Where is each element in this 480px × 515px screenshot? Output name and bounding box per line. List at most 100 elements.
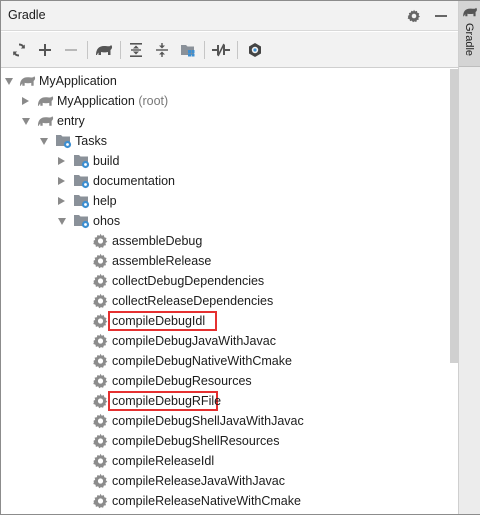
- task-group-build[interactable]: build: [1, 151, 448, 171]
- task-item[interactable]: compileReleaseNativeWithCmake: [1, 491, 448, 511]
- gear-icon: [93, 313, 108, 329]
- elephant-icon: [37, 116, 54, 126]
- task-item[interactable]: compileReleaseIdl: [1, 451, 448, 471]
- toolbar: [1, 32, 458, 68]
- tree-node-label: ohos: [93, 214, 121, 228]
- task-label: assembleRelease: [112, 254, 212, 268]
- group-modules-icon[interactable]: [178, 40, 198, 60]
- minus-icon[interactable]: [61, 40, 81, 60]
- task-folder-icon: [74, 155, 90, 169]
- expanded-arrow-icon[interactable]: [40, 138, 48, 145]
- side-tab-label: Gradle: [463, 23, 475, 57]
- tree-node-label: build: [93, 154, 120, 168]
- gear-icon: [93, 433, 108, 449]
- root-suffix: (root): [138, 94, 169, 108]
- task-label: compileReleaseIdl: [112, 454, 215, 468]
- task-folder-icon: [74, 215, 90, 229]
- collapsed-arrow-icon[interactable]: [58, 197, 65, 205]
- collapsed-arrow-icon[interactable]: [58, 177, 65, 185]
- task-folder-icon: [56, 135, 72, 149]
- expanded-arrow-icon[interactable]: [58, 218, 66, 225]
- task-item-partial[interactable]: [1, 511, 448, 515]
- task-label: compileDebugIdl: [112, 314, 206, 328]
- task-item[interactable]: collectDebugDependencies: [1, 271, 448, 291]
- elephant-icon: [463, 7, 477, 17]
- task-item[interactable]: compileDebugResources: [1, 371, 448, 391]
- collapsed-arrow-icon[interactable]: [58, 157, 65, 165]
- toggle-offline-icon[interactable]: [211, 40, 231, 60]
- tree-node-root[interactable]: MyApplication: [1, 71, 448, 91]
- tree-node-project[interactable]: MyApplication (root): [1, 91, 448, 111]
- refresh-icon[interactable]: [9, 40, 29, 60]
- task-label: collectReleaseDependencies: [112, 294, 274, 308]
- task-label: collectDebugDependencies: [112, 274, 265, 288]
- gear-icon: [93, 233, 108, 249]
- gear-icon: [93, 333, 108, 349]
- gear-icon: [93, 293, 108, 309]
- expanded-arrow-icon[interactable]: [5, 78, 13, 85]
- gradle-task-tree: MyApplication MyApplication (root) entry…: [1, 69, 448, 515]
- gear-icon: [93, 453, 108, 469]
- tree-node-label: entry: [57, 114, 85, 128]
- task-label: compileDebugJavaWithJavac: [112, 334, 276, 348]
- task-label: compileDebugResources: [112, 374, 252, 388]
- gear-icon: [93, 473, 108, 489]
- task-item-highlighted[interactable]: compileDebugIdl: [1, 311, 448, 331]
- elephant-icon: [19, 76, 36, 86]
- task-item[interactable]: compileDebugJavaWithJavac: [1, 331, 448, 351]
- task-folder-icon: [74, 195, 90, 209]
- gear-icon: [93, 253, 108, 269]
- tree-node-entry[interactable]: entry: [1, 111, 448, 131]
- task-item[interactable]: compileReleaseJavaWithJavac: [1, 471, 448, 491]
- toolbar-separator: [204, 41, 205, 59]
- elephant-icon: [37, 96, 54, 106]
- gear-icon: [93, 413, 108, 429]
- settings-circle-icon[interactable]: [245, 40, 265, 60]
- task-item[interactable]: assembleDebug: [1, 231, 448, 251]
- gear-icon: [93, 373, 108, 389]
- task-label: compileDebugNativeWithCmake: [112, 354, 292, 368]
- task-group-documentation[interactable]: documentation: [1, 171, 448, 191]
- task-item[interactable]: assembleRelease: [1, 251, 448, 271]
- task-label: compileReleaseNativeWithCmake: [112, 494, 301, 508]
- tree-node-label: MyApplication (root): [57, 94, 169, 108]
- task-group-help[interactable]: help: [1, 191, 448, 211]
- minimize-icon[interactable]: [431, 6, 451, 26]
- toolbar-separator: [237, 41, 238, 59]
- collapsed-arrow-icon[interactable]: [22, 97, 29, 105]
- task-item[interactable]: compileDebugShellResources: [1, 431, 448, 451]
- collapse-all-icon[interactable]: [152, 40, 172, 60]
- task-label: assembleDebug: [112, 234, 203, 248]
- panel-title: Gradle: [8, 8, 46, 22]
- tree-node-tasks[interactable]: Tasks: [1, 131, 448, 151]
- tree-node-label: MyApplication: [39, 74, 117, 88]
- tree-node-label: Tasks: [75, 134, 107, 148]
- tree-node-label: documentation: [93, 174, 176, 188]
- task-label: compileReleaseJavaWithJavac: [112, 474, 285, 488]
- side-tool-strip: Gradle: [458, 1, 480, 514]
- panel-header: Gradle: [1, 1, 458, 31]
- expanded-arrow-icon[interactable]: [22, 118, 30, 125]
- elephant-icon[interactable]: [94, 40, 114, 60]
- plus-icon[interactable]: [35, 40, 55, 60]
- gradle-side-tab[interactable]: Gradle: [459, 1, 480, 67]
- toolbar-separator: [120, 41, 121, 59]
- task-item[interactable]: compileDebugNativeWithCmake: [1, 351, 448, 371]
- vertical-scrollbar[interactable]: [450, 69, 459, 363]
- expand-all-icon[interactable]: [126, 40, 146, 60]
- task-group-ohos[interactable]: ohos: [1, 211, 448, 231]
- task-item-highlighted[interactable]: compileDebugRFile: [1, 391, 448, 411]
- task-item[interactable]: collectReleaseDependencies: [1, 291, 448, 311]
- gradle-tool-window: Gradle Gradle MyApplication MyApplicatio…: [0, 0, 480, 515]
- settings-gear-icon[interactable]: [404, 6, 424, 26]
- gear-icon: [93, 353, 108, 369]
- task-label: compileDebugRFile: [112, 394, 222, 408]
- gear-icon: [93, 273, 108, 289]
- toolbar-separator: [87, 41, 88, 59]
- task-label: compileDebugShellJavaWithJavac: [112, 414, 304, 428]
- gear-icon: [93, 493, 108, 509]
- task-label: compileDebugShellResources: [112, 434, 280, 448]
- task-folder-icon: [74, 175, 90, 189]
- task-item[interactable]: compileDebugShellJavaWithJavac: [1, 411, 448, 431]
- tree-node-label: help: [93, 194, 117, 208]
